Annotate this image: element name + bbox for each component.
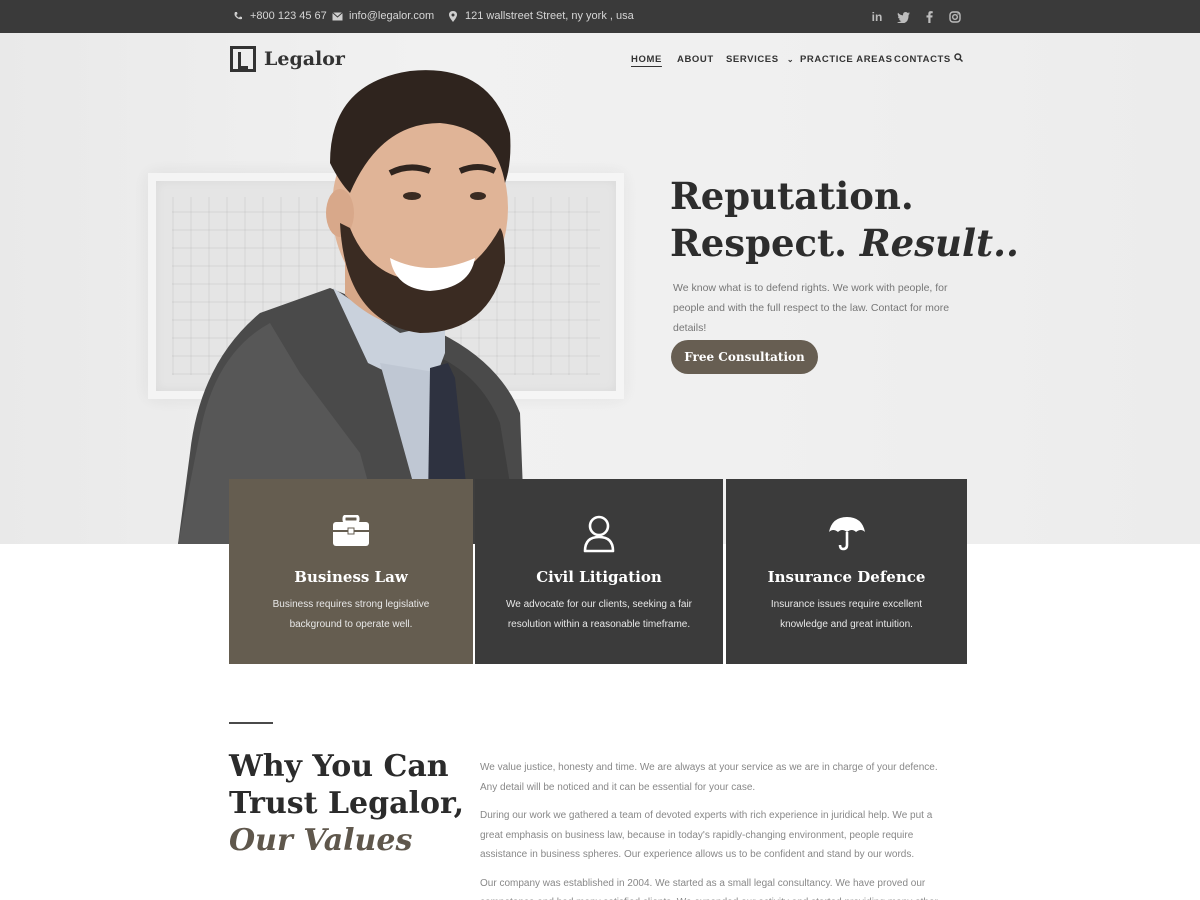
envelope-icon	[331, 10, 343, 22]
nav-about[interactable]: ABOUT	[677, 54, 714, 65]
linkedin-icon[interactable]: in	[864, 8, 890, 26]
heading-line-3: Our Values	[229, 823, 413, 858]
card-text: Business requires strong legislative bac…	[272, 599, 430, 630]
address-info: 121 wallstreet Street, ny york , usa	[447, 10, 634, 22]
person-icon	[475, 515, 723, 555]
email-address: info@legalor.com	[349, 10, 435, 22]
email-info[interactable]: info@legalor.com	[331, 10, 434, 22]
phone-number: +800 123 45 67	[250, 10, 327, 22]
address-text: 121 wallstreet Street, ny york , usa	[465, 10, 634, 22]
logo-mark-icon	[230, 46, 256, 72]
card-insurance-defence[interactable]: Insurance Defence Insurance issues requi…	[726, 479, 967, 664]
about-paragraph: Our company was established in 2004. We …	[480, 877, 938, 900]
nav-practice-areas[interactable]: PRACTICE AREAS	[800, 54, 893, 65]
card-title: Civil Litigation	[536, 568, 662, 586]
umbrella-icon	[726, 515, 967, 555]
brand-logo[interactable]: Legalor	[230, 46, 345, 72]
brand-name: Legalor	[264, 48, 345, 70]
card-civil-litigation[interactable]: Civil Litigation We advocate for our cli…	[475, 479, 723, 664]
nav-contacts[interactable]: CONTACTS	[894, 54, 951, 65]
facebook-icon[interactable]	[916, 8, 942, 26]
about-paragraph: We value justice, honesty and time. We a…	[480, 762, 938, 793]
section-divider	[229, 722, 273, 724]
card-business-law[interactable]: Business Law Business requires strong le…	[229, 479, 473, 664]
about-paragraph: During our work we gathered a team of de…	[480, 810, 933, 860]
briefcase-icon	[229, 515, 473, 555]
top-bar: +800 123 45 67 info@legalor.com 121 wall…	[0, 0, 1200, 33]
heading-line-2: Trust Legalor,	[229, 786, 465, 821]
headline-respect: Respect.	[670, 221, 860, 265]
card-title: Business Law	[294, 568, 408, 586]
social-links: in	[864, 8, 968, 26]
phone-info[interactable]: +800 123 45 67	[232, 10, 327, 22]
hero-section: Legalor HOME ABOUT SERVICES ⌄ PRACTICE A…	[0, 33, 1200, 544]
phone-icon	[232, 10, 244, 22]
search-icon[interactable]	[954, 53, 964, 65]
headline-line-1: Reputation.	[670, 174, 914, 218]
nav-services[interactable]: SERVICES ⌄	[726, 54, 794, 65]
card-text: We advocate for our clients, seeking a f…	[505, 599, 693, 630]
card-title: Insurance Defence	[767, 568, 926, 586]
section-heading: Why You Can Trust Legalor, Our Values	[229, 748, 464, 859]
twitter-icon[interactable]	[890, 8, 916, 26]
map-pin-icon	[447, 10, 459, 22]
card-text: Insurance issues require excellent knowl…	[770, 599, 923, 630]
about-text: We value justice, honesty and time. We a…	[480, 758, 950, 900]
headline-result: Result..	[859, 221, 1019, 265]
heading-line-1: Why You Can	[229, 749, 449, 784]
instagram-icon[interactable]	[942, 8, 968, 26]
lawyer-photo	[178, 70, 525, 544]
free-consultation-button[interactable]: Free Consultation	[671, 340, 818, 374]
chevron-down-icon: ⌄	[786, 55, 795, 64]
headline-line-2: Respect. Result..	[670, 220, 1019, 267]
hero-headline: Reputation. Respect. Result..	[670, 173, 1019, 267]
nav-home[interactable]: HOME	[631, 54, 662, 65]
hero-lead: We know what is to defend rights. We wor…	[673, 282, 950, 334]
nav-services-label: SERVICES	[726, 54, 779, 65]
